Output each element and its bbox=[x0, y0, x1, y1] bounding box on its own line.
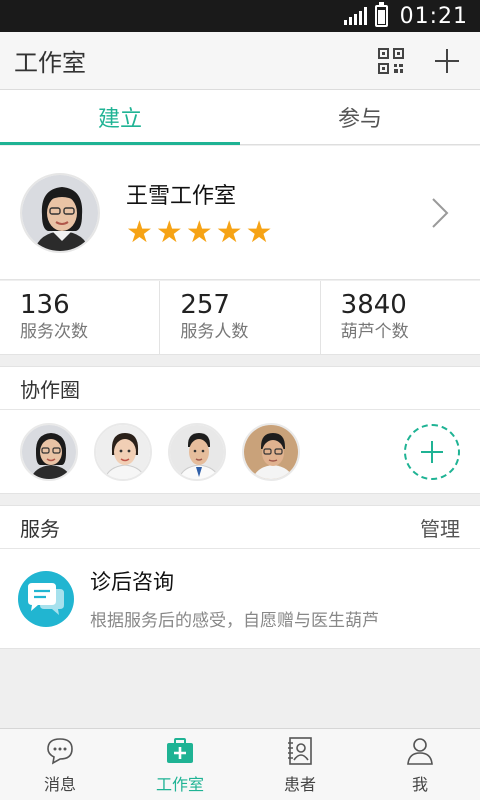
stat-value: 3840 bbox=[340, 290, 407, 320]
collab-members-row bbox=[0, 410, 480, 494]
nav-label: 我 bbox=[411, 774, 428, 794]
stats-row: 136 服务次数 257 服务人数 3840 葫芦个数 bbox=[0, 281, 480, 355]
service-text: 诊后咨询 根据服务后的感受，自愿赠与医生葫芦 bbox=[90, 566, 379, 631]
stat-gourd-count: 3840 葫芦个数 bbox=[321, 281, 480, 354]
nav-label: 患者 bbox=[283, 774, 316, 794]
person-icon bbox=[404, 735, 436, 767]
tab-join[interactable]: 参与 bbox=[240, 90, 480, 144]
service-description: 根据服务后的感受，自愿赠与医生葫芦 bbox=[90, 611, 379, 631]
nav-label: 工作室 bbox=[155, 774, 204, 794]
tab-bar: 建立 参与 bbox=[0, 90, 480, 145]
bottom-nav: 消息 工作室 患者 我 bbox=[0, 728, 480, 800]
status-bar: 01:21 bbox=[0, 0, 480, 32]
battery-icon bbox=[374, 2, 388, 27]
medical-bag-icon bbox=[164, 735, 196, 767]
qr-code-icon bbox=[378, 47, 404, 74]
collab-section-header: 协作圈 bbox=[0, 366, 480, 410]
service-section-header: 服务 管理 bbox=[0, 505, 480, 549]
stat-label: 葫芦个数 bbox=[340, 322, 409, 342]
add-member-button[interactable] bbox=[404, 424, 460, 480]
section-title: 服务 bbox=[20, 516, 60, 541]
nav-me[interactable]: 我 bbox=[360, 729, 480, 800]
studio-name: 王雪工作室 bbox=[126, 183, 237, 209]
qr-code-button[interactable] bbox=[368, 38, 414, 84]
star-icon: ★ bbox=[185, 214, 213, 250]
status-time: 01:21 bbox=[399, 3, 468, 29]
contacts-book-icon bbox=[284, 735, 316, 767]
nav-patients[interactable]: 患者 bbox=[240, 729, 360, 800]
stat-service-count: 136 服务次数 bbox=[0, 281, 161, 354]
add-button[interactable] bbox=[424, 38, 470, 84]
studio-info: 王雪工作室 ★ ★ ★ ★ ★ bbox=[126, 178, 420, 248]
nav-label: 消息 bbox=[43, 774, 76, 794]
stat-patient-count: 257 服务人数 bbox=[160, 281, 321, 354]
member-avatar[interactable] bbox=[242, 422, 300, 481]
chat-icon bbox=[44, 735, 76, 767]
signal-icon bbox=[343, 7, 367, 25]
nav-messages[interactable]: 消息 bbox=[0, 729, 120, 800]
stat-label: 服务人数 bbox=[180, 322, 249, 342]
stat-value: 257 bbox=[180, 290, 230, 320]
service-title: 诊后咨询 bbox=[90, 570, 174, 594]
app-bar: 工作室 bbox=[0, 32, 480, 90]
star-icon: ★ bbox=[215, 214, 243, 250]
member-avatar[interactable] bbox=[94, 422, 152, 481]
tab-create[interactable]: 建立 bbox=[0, 90, 240, 145]
chat-bubble-icon bbox=[18, 570, 74, 627]
member-avatar[interactable] bbox=[20, 422, 78, 481]
plus-icon bbox=[421, 441, 443, 463]
avatar bbox=[20, 172, 100, 253]
star-icon: ★ bbox=[126, 214, 153, 250]
manage-button[interactable]: 管理 bbox=[420, 513, 460, 542]
service-item[interactable]: 诊后咨询 根据服务后的感受，自愿赠与医生葫芦 bbox=[0, 549, 480, 649]
section-title: 协作圈 bbox=[20, 377, 80, 402]
star-icon: ★ bbox=[245, 214, 273, 250]
stat-label: 服务次数 bbox=[20, 322, 88, 342]
chevron-right-icon bbox=[432, 197, 449, 228]
rating-stars: ★ ★ ★ ★ ★ bbox=[126, 214, 420, 250]
stat-value: 136 bbox=[20, 290, 70, 320]
page-title: 工作室 bbox=[14, 49, 86, 77]
studio-profile-row[interactable]: 王雪工作室 ★ ★ ★ ★ ★ bbox=[0, 146, 480, 280]
star-icon: ★ bbox=[155, 214, 183, 250]
member-avatar[interactable] bbox=[168, 422, 226, 481]
plus-icon bbox=[435, 48, 459, 73]
nav-studio[interactable]: 工作室 bbox=[120, 729, 240, 800]
